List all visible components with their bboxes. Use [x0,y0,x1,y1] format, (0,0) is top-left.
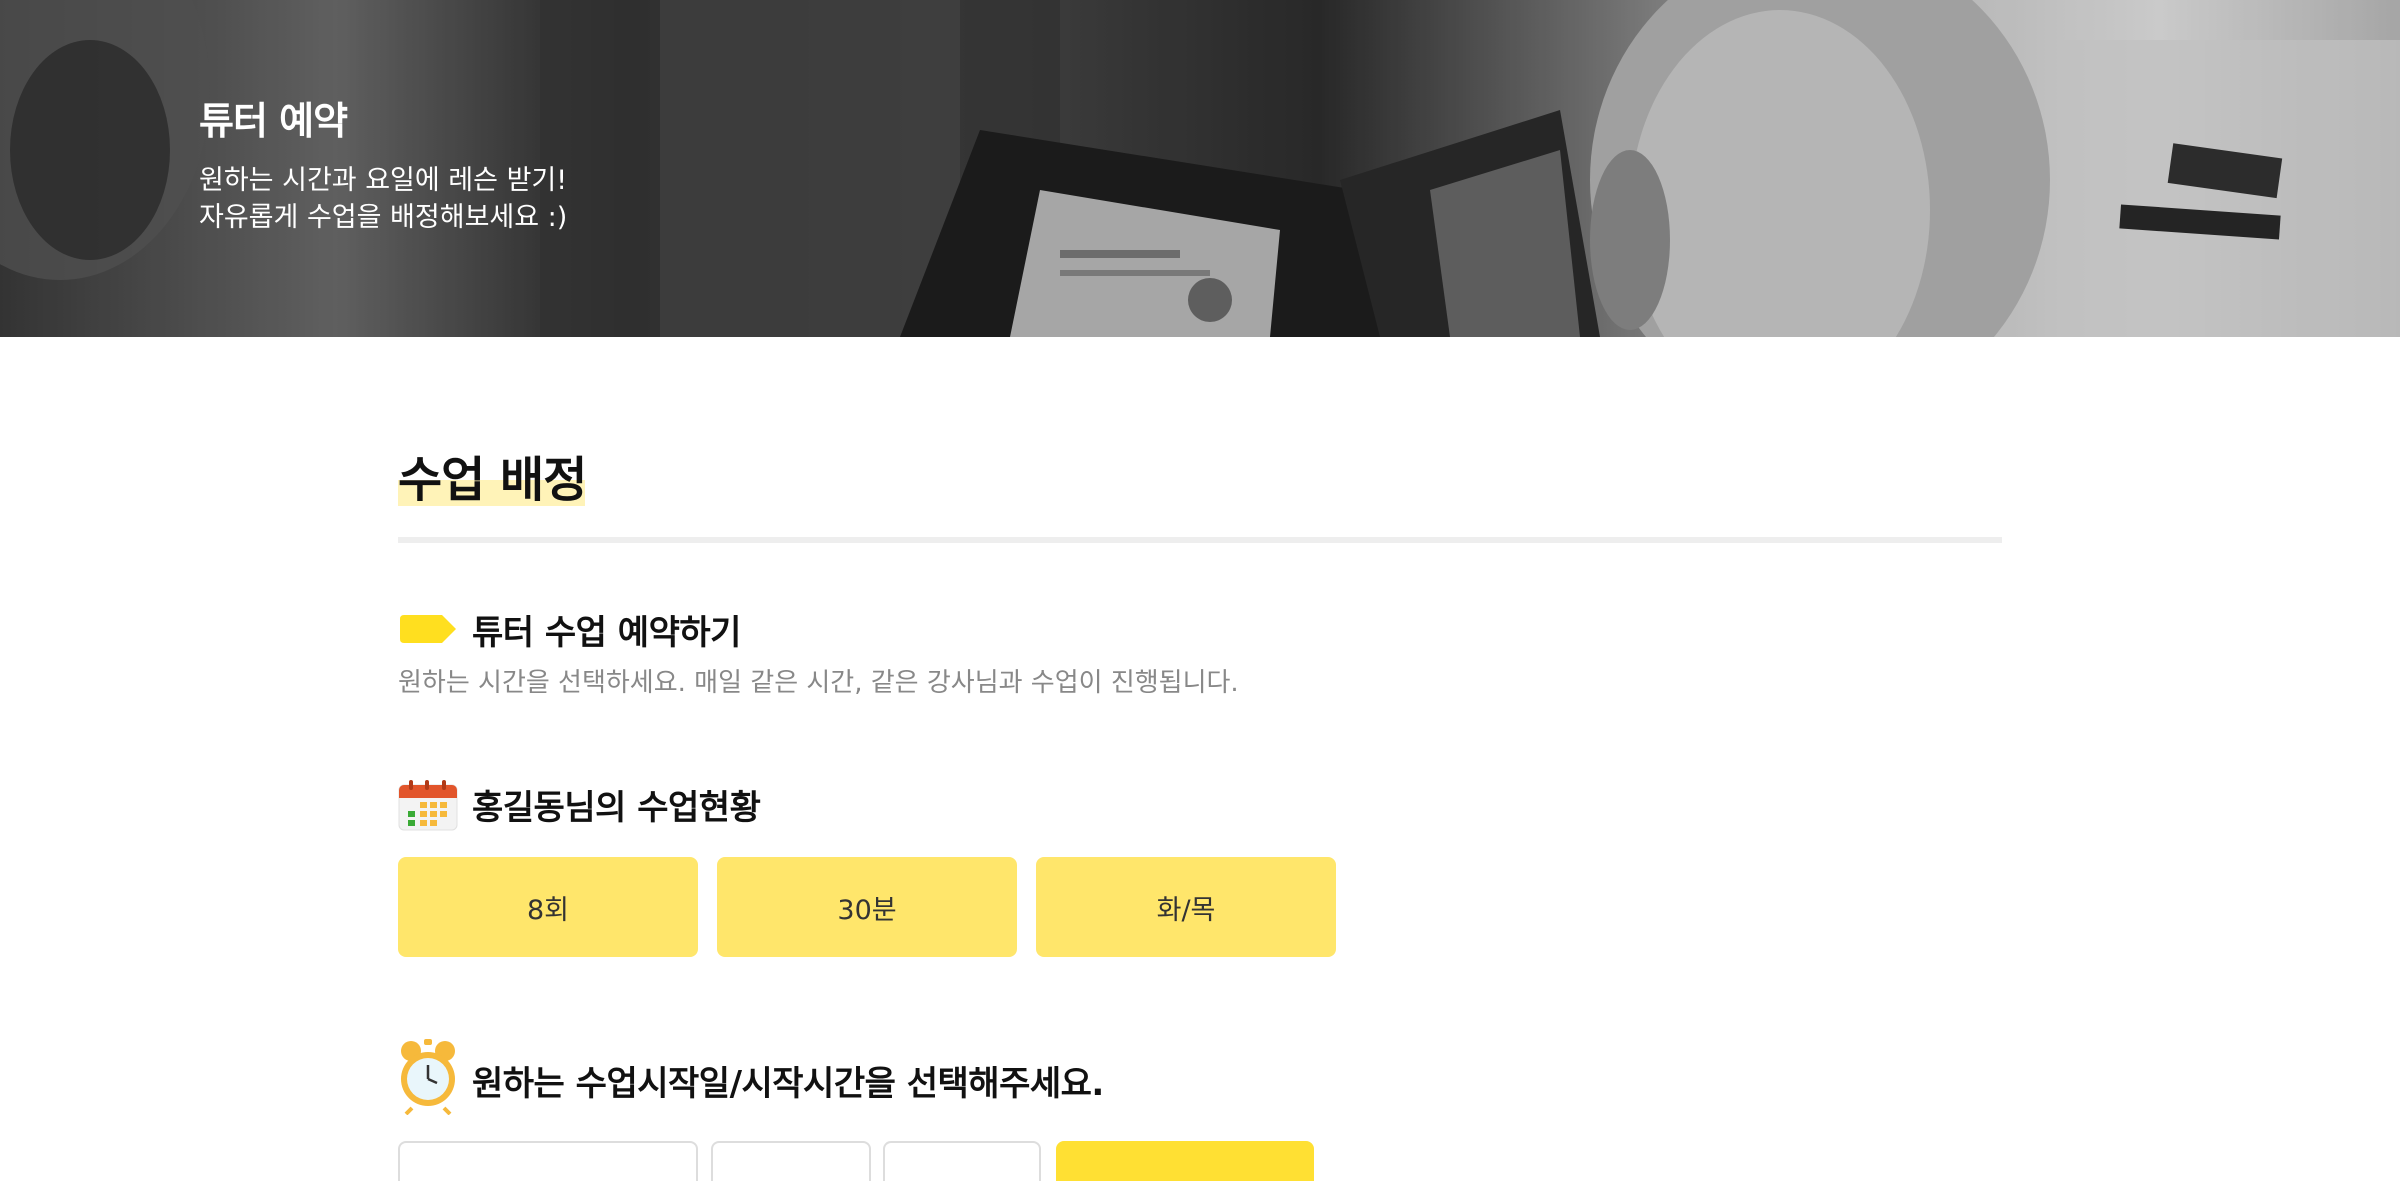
hero-subtitle: 원하는 시간과 요일에 레슨 받기! 자유롭게 수업을 배정해보세요 :) [199,162,567,236]
calendar-icon [398,780,458,831]
stat-duration: 30분 [717,857,1017,957]
hero-banner: 튜터 예약 원하는 시간과 요일에 레슨 받기! 자유롭게 수업을 배정해보세요… [0,0,2400,337]
page-title-wrap: 수업 배정 [398,452,587,508]
start-section-title: 원하는 수업시작일/시작시간을 선택해주세요. [472,1064,1104,1104]
hero-title: 튜터 예약 [199,99,348,143]
stat-sessions: 8회 [398,857,698,957]
start-date-select[interactable] [398,1141,698,1181]
booking-section-description: 원하는 시간을 선택하세요. 매일 같은 시간, 같은 강사님과 수업이 진행됩… [398,668,1239,698]
title-divider [398,537,2002,543]
hero-subtitle-line1: 원하는 시간과 요일에 레슨 받기! [199,165,568,196]
tag-icon [400,615,456,643]
hero-subtitle-line2: 자유롭게 수업을 배정해보세요 :) [199,202,568,233]
page-title: 수업 배정 [398,452,587,508]
status-section-title: 홍길동님의 수업현황 [472,788,761,828]
start-hour-select[interactable] [711,1141,871,1181]
booking-section-title: 튜터 수업 예약하기 [472,613,741,653]
alarm-clock-icon [401,1039,455,1115]
stat-days: 화/목 [1036,857,1336,957]
confirm-button[interactable] [1056,1141,1314,1181]
start-minute-select[interactable] [883,1141,1041,1181]
